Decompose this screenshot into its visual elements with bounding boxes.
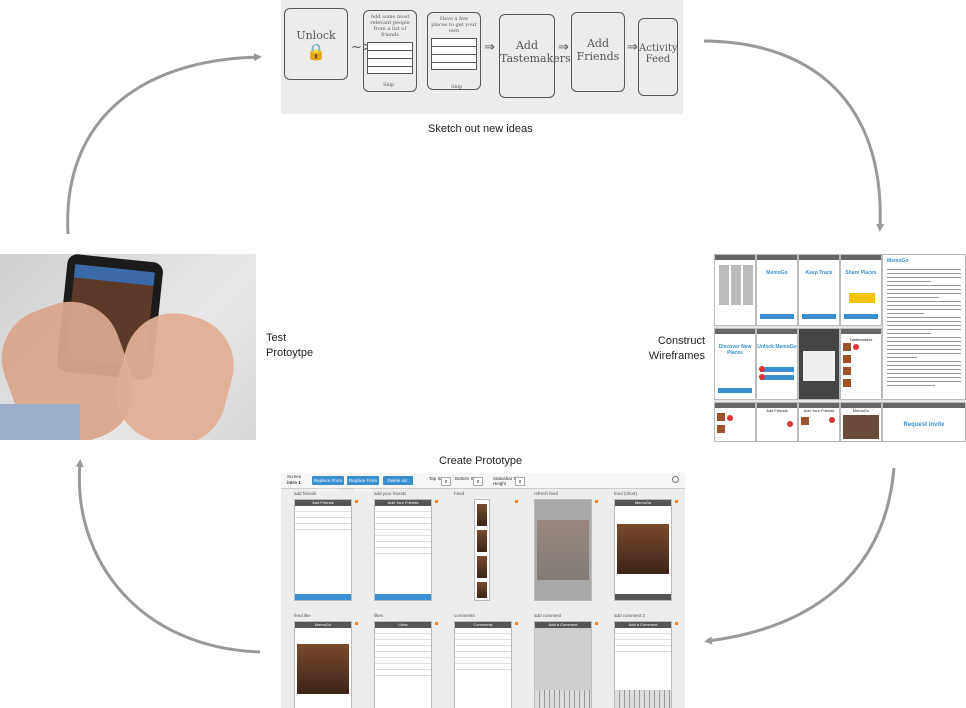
sketch-box-unlock: Unlock 🔒 xyxy=(284,8,348,80)
proto-title: Add a Comment xyxy=(535,622,591,628)
tap-size-input: 0 xyxy=(441,477,451,486)
screen-value: intro 1 xyxy=(287,480,301,485)
sketch-skip-1: Skip xyxy=(383,82,395,88)
proto-screen: likes Likes xyxy=(374,613,438,708)
replace-computer-button: Replace From Computer xyxy=(312,476,344,492)
proto-screen: feed like MemoGo xyxy=(294,613,358,708)
sketch-text: Have a few places to get your own xyxy=(431,16,477,34)
sketch-box-places: Have a few places to get your own xyxy=(427,12,481,90)
sketch-text: Unlock xyxy=(296,29,336,42)
wireframe-screen: Tastemakers xyxy=(840,328,882,400)
wireframe-screen: MemoGo xyxy=(756,254,798,326)
wireframe-title: Add Friends xyxy=(766,408,788,413)
label-sketch: Sketch out new ideas xyxy=(428,123,533,135)
wireframe-title: Unlock MemoGo xyxy=(757,344,797,350)
bottom-size-input: 0 xyxy=(473,477,483,486)
arrow-wireframes-to-prototype xyxy=(704,467,896,645)
proto-screen: refresh feed xyxy=(534,491,598,601)
wireframe-screen: Keep Track xyxy=(798,254,840,326)
proto-caption: comments xyxy=(454,613,475,618)
proto-screen: add comment 2 Add a Comment xyxy=(614,613,678,708)
proto-screen: add friends Add Friends xyxy=(294,491,358,601)
sketch-text: Add some most relevant people from a lis… xyxy=(370,14,410,38)
proto-screen: Feed xyxy=(454,491,518,601)
statusbar-input: 0 xyxy=(515,477,525,486)
prototype-image: Screen intro 1 Replace From Computer Rep… xyxy=(281,473,685,708)
prototype-toolbar: Screen intro 1 Replace From Computer Rep… xyxy=(281,473,685,492)
wireframe-title: MemoGo xyxy=(766,270,788,276)
arrow-sketch-to-wireframes xyxy=(703,39,885,232)
proto-caption: add comment xyxy=(534,613,562,618)
proto-title: MemoGo xyxy=(295,622,351,628)
wireframe-screen: Unlock MemoGo xyxy=(756,328,798,400)
arrow-test-to-sketch xyxy=(66,53,262,235)
wireframe-screen: Request Invite xyxy=(882,402,966,442)
wireframe-screen: Share Places xyxy=(840,254,882,326)
sketch-skip-2: Skip xyxy=(451,84,463,90)
wireframe-screen xyxy=(714,402,756,442)
proto-caption: feed like xyxy=(294,613,311,618)
proto-screen: comments Comments xyxy=(454,613,518,708)
wireframe-screen xyxy=(714,254,756,326)
wireframe-title: Add Your Friends xyxy=(803,408,835,413)
wireframe-screen xyxy=(798,328,840,400)
wireframe-title: Discover New Places xyxy=(718,344,752,356)
wireframe-screen: MemoGo xyxy=(840,402,882,442)
proto-screen: feed (short) MemoGo xyxy=(614,491,678,601)
gear-icon xyxy=(672,476,679,483)
label-wireframes: Construct Wireframes xyxy=(648,335,705,362)
proto-screen: add comment Add a Comment xyxy=(534,613,598,708)
proto-caption: feed (short) xyxy=(614,491,638,496)
wireframe-screen: Add Your Friends xyxy=(798,402,840,442)
wireframe-title: MemoGo xyxy=(852,408,870,413)
wireframe-screen: Discover New Places xyxy=(714,328,756,400)
proto-caption: add friends xyxy=(294,491,317,496)
sketch-box-add-people: Add some most relevant people from a lis… xyxy=(363,10,417,92)
screen-label: Screen xyxy=(287,474,302,479)
label-prototype: Create Prototype xyxy=(439,455,523,467)
arrow-prototype-to-test xyxy=(75,459,261,654)
proto-caption: add comment 2 xyxy=(614,613,646,618)
sketch-box-feed: Activity Feed xyxy=(638,18,678,96)
wireframe-title: Request Invite xyxy=(903,422,945,428)
proto-caption: Feed xyxy=(454,491,465,496)
sketch-image: Unlock 🔒 ~> Add some most relevant people… xyxy=(281,0,683,114)
wireframe-title: Keep Track xyxy=(805,270,833,276)
proto-caption: add your friends xyxy=(374,491,407,496)
wireframe-document: MemoGo xyxy=(882,254,966,400)
wireframe-title: Share Places xyxy=(845,270,877,276)
sketch-box-tastemakers: Add Tastemakers xyxy=(499,14,571,98)
sketch-box-friends: Add Friends xyxy=(571,12,625,92)
proto-caption: refresh feed xyxy=(534,491,559,496)
replace-dropbox-button: Replace From Dropbox xyxy=(347,476,379,492)
wireframe-title: Tastemakers xyxy=(849,337,873,342)
proto-screen: add your friends Add Your Friends xyxy=(374,491,438,601)
wireframe-screen: Add Friends xyxy=(756,402,798,442)
delete-screen-button: Delete scr. xyxy=(383,476,413,485)
sketch-text: Activity Feed xyxy=(639,43,678,65)
sketch-text: Add Friends xyxy=(576,37,620,63)
wireframe-title: MemoGo xyxy=(887,258,909,264)
test-photo xyxy=(0,254,256,440)
wireframes-image: MemoGo Keep Track Share Places MemoGo Di… xyxy=(714,254,966,442)
label-test: Test Protoytpe xyxy=(266,332,314,359)
proto-title: MemoGo xyxy=(615,500,671,506)
proto-caption: likes xyxy=(374,613,384,618)
